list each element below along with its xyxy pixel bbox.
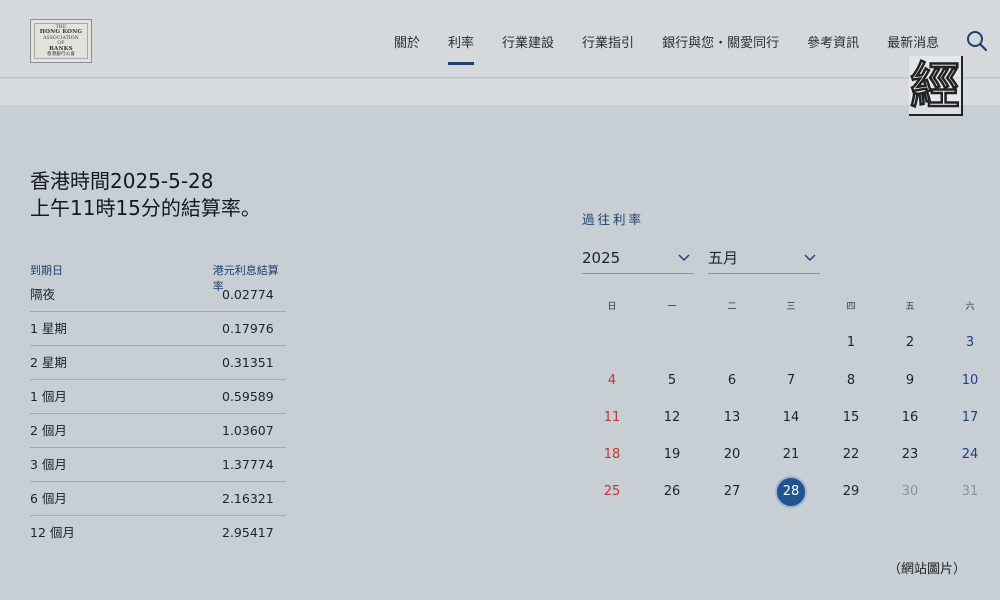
table-row: 6 個月 2.16321 <box>30 482 286 516</box>
image-caption: （網站圖片） <box>888 562 967 577</box>
column-header-rate: 港元利息結算率 <box>212 264 279 293</box>
logo-line: 香港銀行公會 <box>46 52 76 57</box>
calendar-day[interactable]: 16 <box>890 403 930 433</box>
calendar-day[interactable]: 19 <box>652 440 692 470</box>
weekday-header: 五 <box>905 302 915 312</box>
heading-line-2: 上午11時15分的結算率。 <box>30 196 261 220</box>
calendar-day[interactable]: 4 <box>592 366 632 396</box>
calendar-day[interactable]: 20 <box>712 440 752 470</box>
calendar-day[interactable]: 9 <box>890 366 930 396</box>
calendar-day[interactable]: 26 <box>652 477 692 507</box>
logo-text: THE HONG KONG ASSOCIATION OF BANKS 香港銀行公會 <box>34 23 88 59</box>
tenor-cell: 2 星期 <box>30 355 67 370</box>
calendar-day[interactable]: 12 <box>652 403 692 433</box>
watermark-stamp: 經 <box>903 50 965 128</box>
nav-item-0[interactable]: 關於 <box>394 32 420 51</box>
calendar-title: 過往利率 <box>582 212 645 227</box>
hkab-logo[interactable]: THE HONG KONG ASSOCIATION OF BANKS 香港銀行公會 <box>30 19 92 63</box>
calendar-day[interactable]: 5 <box>652 366 692 396</box>
calendar-day[interactable]: 31 <box>950 477 990 507</box>
watermark-char: 經 <box>910 57 961 116</box>
calendar-day[interactable]: 23 <box>890 440 930 470</box>
site-header: THE HONG KONG ASSOCIATION OF BANKS 香港銀行公會 關於 利… <box>0 0 1000 78</box>
main-nav: 關於 利率 行業建設 行業指引 銀行與您・關愛同行 參考資訊 最新消息 <box>394 32 967 65</box>
tenor-cell: 1 星期 <box>30 321 67 336</box>
rate-cell: 2.16321 <box>222 491 274 506</box>
calendar-day[interactable]: 7 <box>771 366 811 396</box>
rates-table-header: 到期日 港元利息結算率 <box>30 262 286 293</box>
rate-cell: 0.02774 <box>222 287 274 302</box>
tenor-cell: 12 個月 <box>30 525 75 540</box>
weekday-header: 三 <box>786 302 796 312</box>
search-icon[interactable] <box>965 29 989 53</box>
nav-item-1[interactable]: 利率 <box>448 32 475 65</box>
calendar-day[interactable]: 24 <box>950 440 990 470</box>
table-row: 12 個月 2.95417 <box>30 516 286 550</box>
month-select[interactable]: 五月 <box>708 246 820 274</box>
calendar-day[interactable]: 21 <box>771 440 811 470</box>
table-row: 1 個月 0.59589 <box>30 380 286 414</box>
rate-cell: 0.59589 <box>222 389 274 404</box>
sub-header-band <box>0 79 1000 105</box>
weekday-header: 一 <box>667 302 677 312</box>
rates-table: 到期日 港元利息結算率 隔夜 0.02774 1 星期 0.17976 2 星期 0.31… <box>30 262 286 550</box>
calendar-day[interactable]: 11 <box>592 403 632 433</box>
calendar-day[interactable]: 6 <box>712 366 752 396</box>
calendar-day[interactable]: 17 <box>950 403 990 433</box>
nav-item-5[interactable]: 參考資訊 <box>807 32 859 51</box>
weekday-header: 二 <box>727 302 737 312</box>
calendar-day-selected[interactable]: 28 <box>771 476 811 508</box>
table-row: 3 個月 1.37774 <box>30 448 286 482</box>
tenor-cell: 2 個月 <box>30 423 67 438</box>
calendar-day[interactable]: 8 <box>831 366 871 396</box>
calendar-day[interactable]: 14 <box>771 403 811 433</box>
calendar-day[interactable]: 10 <box>950 366 990 396</box>
page-heading: 香港時間2025-5-28 上午11時15分的結算率。 <box>30 168 261 222</box>
calendar-day[interactable]: 1 <box>831 328 871 358</box>
tenor-cell: 1 個月 <box>30 389 67 404</box>
chevron-down-icon <box>678 254 690 261</box>
table-row: 2 個月 1.03607 <box>30 414 286 448</box>
weekday-header: 四 <box>846 302 856 312</box>
year-value: 2025 <box>582 249 621 267</box>
calendar-day[interactable]: 13 <box>712 403 752 433</box>
rate-cell: 0.31351 <box>222 355 274 370</box>
rate-cell: 1.03607 <box>222 423 274 438</box>
year-select[interactable]: 2025 <box>582 246 694 274</box>
nav-item-3[interactable]: 行業指引 <box>582 32 634 51</box>
table-row: 1 星期 0.17976 <box>30 312 286 346</box>
calendar-day[interactable]: 30 <box>890 477 930 507</box>
calendar-day[interactable]: 15 <box>831 403 871 433</box>
rate-cell: 2.95417 <box>222 525 274 540</box>
calendar-day[interactable]: 2 <box>890 328 930 358</box>
calendar-day[interactable]: 18 <box>592 440 632 470</box>
column-header-tenor: 到期日 <box>30 264 63 277</box>
tenor-cell: 隔夜 <box>30 287 56 302</box>
rate-cell: 1.37774 <box>222 457 274 472</box>
calendar-day[interactable]: 27 <box>712 477 752 507</box>
table-row: 2 星期 0.31351 <box>30 346 286 380</box>
chevron-down-icon <box>804 254 816 261</box>
calendar-day[interactable]: 22 <box>831 440 871 470</box>
month-value: 五月 <box>708 249 739 267</box>
table-row: 隔夜 0.02774 <box>30 278 286 312</box>
calendar-day[interactable]: 3 <box>950 328 990 358</box>
nav-item-4[interactable]: 銀行與您・關愛同行 <box>662 32 779 51</box>
weekday-header: 六 <box>965 302 975 312</box>
rate-cell: 0.17976 <box>222 321 274 336</box>
calendar-day[interactable]: 29 <box>831 477 871 507</box>
calendar-day[interactable]: 25 <box>592 477 632 507</box>
tenor-cell: 6 個月 <box>30 491 67 506</box>
tenor-cell: 3 個月 <box>30 457 67 472</box>
heading-line-1: 香港時間2025-5-28 <box>30 169 214 193</box>
nav-item-2[interactable]: 行業建設 <box>502 32 554 51</box>
nav-item-6[interactable]: 最新消息 <box>887 32 939 51</box>
weekday-header: 日 <box>607 302 617 312</box>
